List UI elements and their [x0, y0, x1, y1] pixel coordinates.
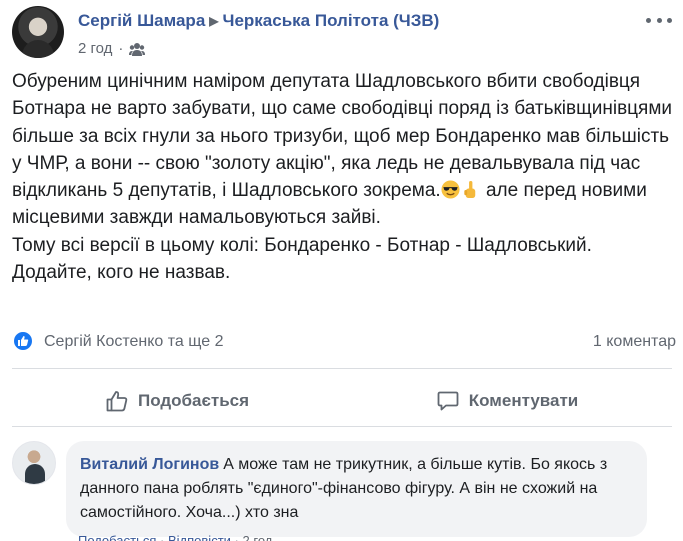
comment-button[interactable]: Коментувати	[342, 378, 672, 424]
post-paragraph-1: Обуреним цинічним наміром депутата Шадло…	[12, 68, 672, 232]
comment-actions: Подобається · Відповісти · 2 год	[78, 533, 272, 541]
post-header: Сергій Шамара ▶ Черкаська Політота (ЧЗВ) 2…	[12, 6, 672, 58]
group-name-link[interactable]: Черкаська Політота (ЧЗВ)	[223, 11, 440, 30]
reactors-names[interactable]: Сергій Костенко та ще 2	[44, 333, 223, 351]
post-body: Обуреним цинічним наміром депутата Шадло…	[12, 68, 672, 286]
sunglasses-emoji-icon	[441, 180, 460, 199]
comment-bubble-icon	[437, 391, 459, 411]
comment-reply-link[interactable]: Відповісти	[168, 533, 231, 541]
thumbs-up-icon	[106, 391, 128, 412]
divider	[12, 426, 672, 427]
reactions-bar: Сергій Костенко та ще 2 1 коментар	[12, 330, 676, 356]
comment-author-link[interactable]: Виталий Логинов	[80, 456, 219, 473]
comment-button-label: Коментувати	[468, 391, 579, 410]
author-name-link[interactable]: Сергій Шамара	[78, 11, 205, 30]
group-icon[interactable]	[129, 42, 146, 56]
comment-bubble: Виталий Логинов А може там не трикутник, …	[66, 441, 647, 537]
divider	[12, 368, 672, 369]
like-icon[interactable]	[12, 330, 34, 352]
comment-actions-separator: ·	[160, 533, 165, 541]
post-meta: 2 год ·	[78, 40, 146, 57]
author-avatar[interactable]	[12, 6, 64, 58]
post-paragraph-2: Тому всі версії в цьому колі: Бондаренко…	[12, 234, 598, 284]
index-pointing-up-emoji-icon	[464, 181, 475, 199]
meta-separator: ·	[118, 40, 124, 57]
like-button[interactable]: Подобається	[12, 378, 342, 424]
post-header-line: Сергій Шамара ▶ Черкаська Політота (ЧЗВ)	[78, 11, 439, 31]
comment-actions-separator: ·	[234, 533, 239, 541]
comments-count[interactable]: 1 коментар	[593, 333, 676, 351]
like-button-label: Подобається	[137, 391, 250, 410]
comment-like-link[interactable]: Подобається	[78, 533, 156, 541]
more-dots-icon[interactable]	[646, 10, 672, 30]
shared-to-arrow-icon: ▶	[209, 14, 219, 28]
comment-timestamp[interactable]: 2 год	[243, 533, 273, 541]
post-actions: Подобається Коментувати	[12, 378, 672, 424]
post-timestamp[interactable]: 2 год	[78, 40, 112, 57]
commenter-avatar[interactable]	[12, 441, 56, 485]
